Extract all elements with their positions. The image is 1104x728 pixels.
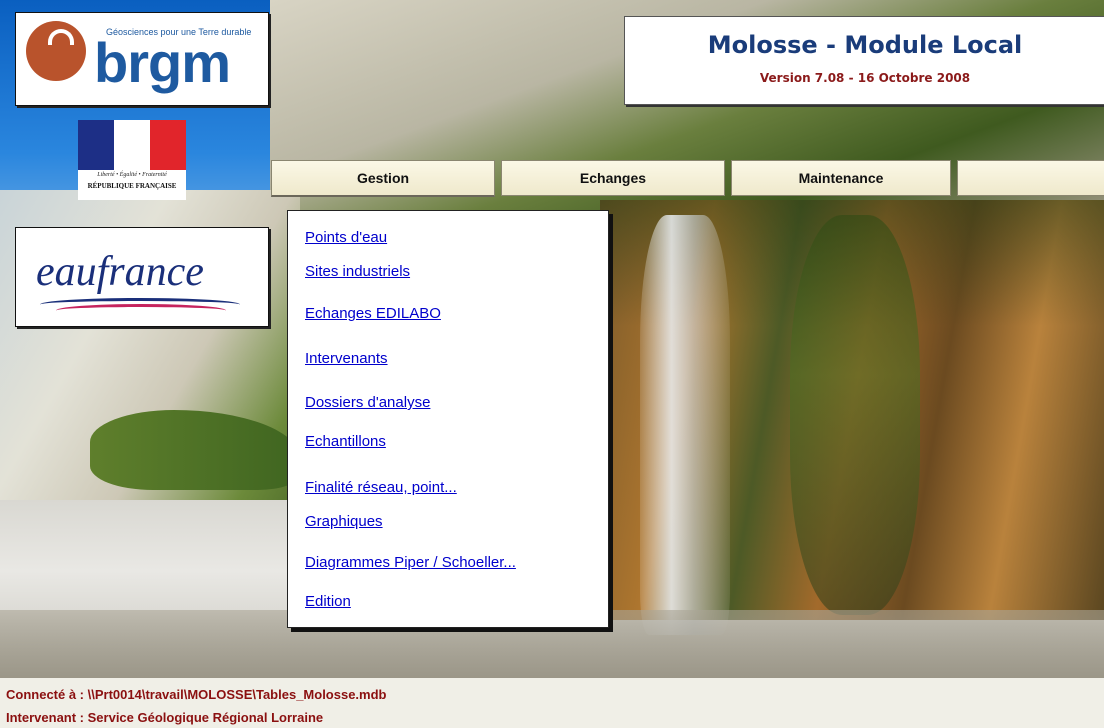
app-title-box: Molosse - Module Local Version 7.08 - 16…: [624, 16, 1104, 105]
menu-tab-empty: [957, 160, 1104, 196]
eaufrance-wordmark: eaufrance: [36, 249, 204, 295]
waterfall: [640, 215, 730, 635]
menu-item-diagrammes[interactable]: Diagrammes Piper / Schoeller...: [305, 554, 516, 571]
menu-bar: Gestion Echanges Maintenance: [271, 160, 1104, 197]
republique-name: RÉPUBLIQUE FRANÇAISE: [87, 182, 177, 190]
brgm-emblem-icon: [26, 21, 86, 81]
app-title: Molosse - Module Local: [707, 31, 1023, 59]
menu-tab-echanges[interactable]: Echanges: [501, 160, 725, 196]
menu-tab-maintenance[interactable]: Maintenance: [731, 160, 951, 196]
status-intervenant: Intervenant : Service Géologique Régiona…: [6, 710, 324, 725]
swoosh-pink-icon: [56, 304, 226, 317]
eaufrance-logo: eaufrance: [15, 227, 269, 327]
brgm-logo: Géosciences pour une Terre durable brgm: [15, 12, 269, 106]
app-version: Version 7.08 - 16 Octobre 2008: [759, 71, 971, 85]
menu-item-edition[interactable]: Edition: [305, 593, 351, 610]
menu-item-echantillons[interactable]: Echantillons: [305, 433, 386, 450]
gestion-dropdown-menu: Points d'eau Sites industriels Echanges …: [287, 210, 609, 628]
menu-item-graphiques[interactable]: Graphiques: [305, 513, 383, 530]
menu-item-sites-industriels[interactable]: Sites industriels: [305, 263, 410, 280]
menu-item-dossiers-analyse[interactable]: Dossiers d'analyse: [305, 394, 430, 411]
brgm-wordmark: brgm: [94, 31, 231, 94]
menu-item-points-eau[interactable]: Points d'eau: [305, 229, 387, 246]
status-bar: Connecté à : \\Prt0014\travail\MOLOSSE\T…: [0, 678, 1104, 728]
menu-item-echanges-edilabo[interactable]: Echanges EDILABO: [305, 305, 441, 322]
menu-tab-gestion[interactable]: Gestion: [271, 160, 495, 197]
menu-item-finalite-reseau[interactable]: Finalité réseau, point...: [305, 479, 457, 496]
marianne-flag-icon: [78, 120, 186, 170]
menu-item-intervenants[interactable]: Intervenants: [305, 350, 388, 367]
moss-band: [790, 215, 920, 615]
main-window: Géosciences pour une Terre durable brgm …: [0, 0, 1104, 728]
status-connection: Connecté à : \\Prt0014\travail\MOLOSSE\T…: [6, 687, 387, 702]
republique-motto: Liberté • Égalité • Fraternité: [97, 172, 167, 178]
republique-francaise-logo: Liberté • Égalité • Fraternité RÉPUBLIQU…: [78, 120, 186, 200]
